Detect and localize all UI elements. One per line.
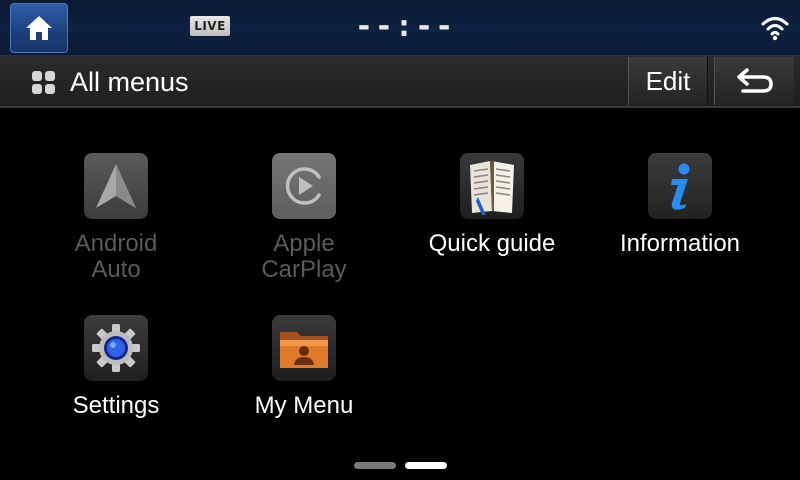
back-arrow-icon xyxy=(736,68,773,93)
all-menus-icon xyxy=(32,71,56,95)
page-indicator-2[interactable] xyxy=(405,462,447,469)
status-bar: LIVE --:-- xyxy=(0,0,800,56)
home-icon xyxy=(26,16,52,40)
apple-carplay-icon xyxy=(272,153,336,219)
edit-button[interactable]: Edit xyxy=(628,57,708,105)
back-button[interactable] xyxy=(714,57,794,105)
menu-label: Quick guide xyxy=(428,230,556,257)
book-icon xyxy=(460,153,524,219)
folder-user-icon xyxy=(272,315,336,381)
info-icon xyxy=(648,153,712,219)
menu-item-my-menu[interactable]: My Menu xyxy=(214,315,394,465)
page-indicator-1[interactable] xyxy=(354,462,396,469)
menu-item-android-auto[interactable]: Android Auto xyxy=(26,153,206,303)
menu-item-quick-guide[interactable]: Quick guide xyxy=(402,153,582,303)
menu-item-settings[interactable]: Settings xyxy=(26,315,206,465)
wifi-icon xyxy=(761,17,789,41)
page-title: All menus xyxy=(70,67,189,97)
menu-label: Settings xyxy=(72,392,160,419)
android-auto-icon xyxy=(84,153,148,219)
menu-label: Information xyxy=(619,230,741,257)
menu-item-information[interactable]: Information xyxy=(590,153,770,303)
menu-label: Android Auto xyxy=(74,230,158,283)
gear-icon xyxy=(84,315,148,381)
clock: --:-- xyxy=(354,9,456,44)
menu-label: Apple CarPlay xyxy=(261,230,347,283)
menu-item-apple-carplay[interactable]: Apple CarPlay xyxy=(214,153,394,303)
menu-label: My Menu xyxy=(254,392,354,419)
live-badge: LIVE xyxy=(190,16,230,36)
home-button[interactable] xyxy=(10,3,68,53)
